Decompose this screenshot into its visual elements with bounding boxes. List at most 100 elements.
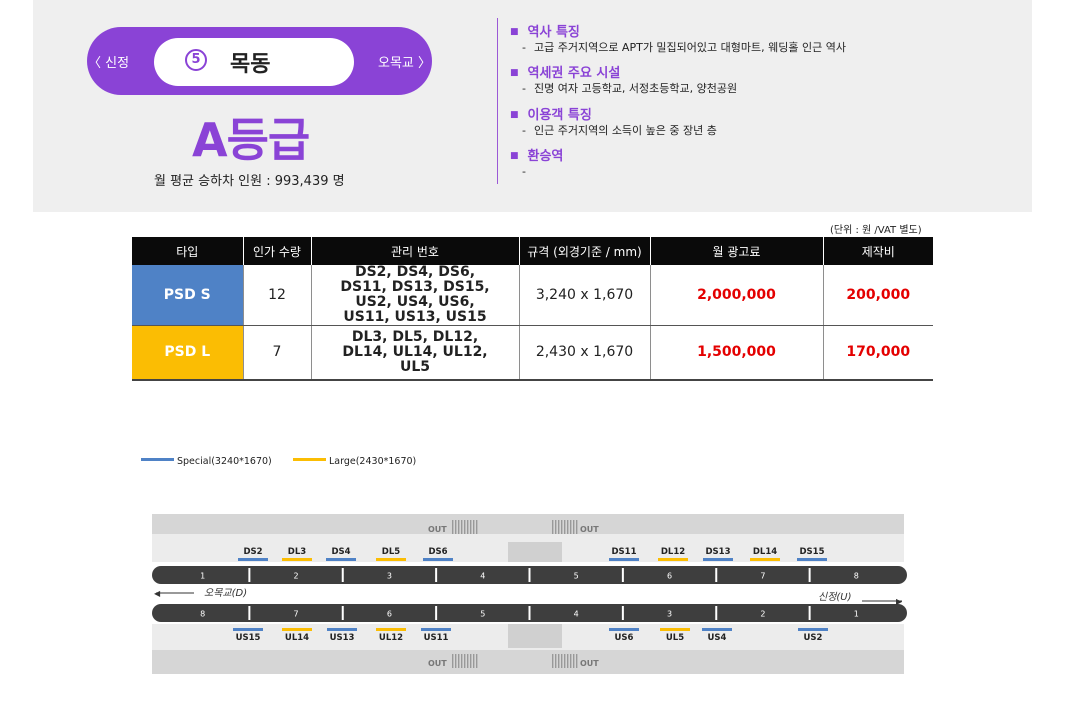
table-header-row: 타입 인가 수량 관리 번호 규격 (외경기준 / mm) 월 광고료 제작비 [132,237,933,265]
column-header: 관리 번호 [310,237,519,265]
info-title: 이용객 특징 [527,108,592,123]
car-divider [808,606,811,620]
exit-gate-icon [476,654,478,668]
info-desc: 인근 주거지역의 소득이 높은 중 장년 층 [533,124,717,137]
ad-label: DS4 [331,547,350,557]
car-number: 6 [387,610,392,619]
info-item: ■ 역세권 주요 시설 - 진명 여자 고등학교, 서정초등학교, 양천공원 [510,66,738,95]
ids-cell: DL3, DL5, DL12, DL14, UL14, UL12, UL5 [310,325,519,381]
exit-gate-icon [570,520,572,534]
ad-label: US11 [424,633,449,643]
ad-marker-special [421,628,451,631]
car-number: 8 [854,572,859,581]
car-number: 4 [480,572,485,581]
info-item: ■ 환승역 - [510,149,564,178]
exit-gate-icon [455,520,457,534]
ad-label: DS15 [799,547,824,557]
production-fee-cell: 200,000 [822,265,933,326]
ad-marker-special [609,558,639,561]
spec-cell: 2,430 x 1,670 [518,325,650,381]
car-divider [528,568,531,582]
station-number-badge: 5 [185,49,207,71]
unit-note: (단위 : 원 /VAT 별도) [830,225,922,236]
platform-map: OUT OUT OUT OUT 1 2 3 4 5 6 7 8 8 7 6 5 4 3 2 1 ◀ 오목교(D) 신정(U)… [152,514,907,674]
ad-label: US6 [615,633,634,643]
next-station-label: 오목교 〉 [378,56,432,71]
header-divider [497,18,498,184]
ad-label: DL3 [288,547,306,557]
ad-marker-special [238,558,268,561]
exit-gate-icon [461,520,463,534]
exit-gate-icon [576,520,578,534]
ad-label: DS6 [428,547,447,557]
ad-marker-special [423,558,453,561]
ad-marker-large [750,558,780,561]
exit-gate-icon [552,520,554,534]
exit-gate-icon [464,520,466,534]
station-name: 목동 [230,52,271,77]
exit-gate-icon [470,520,472,534]
exit-gate-icon [464,654,466,668]
ad-label: DS13 [705,547,730,557]
ad-label: DS2 [243,547,262,557]
car-number: 1 [854,610,859,619]
car-number: 5 [480,610,485,619]
info-item: ■ 이용객 특징 - 인근 주거지역의 소득이 높은 중 장년 층 [510,108,717,137]
car-number: 2 [760,610,765,619]
column-header: 제작비 [822,237,933,265]
exit-gate-icon [473,654,475,668]
ad-label: US2 [804,633,823,643]
exit-gate-icon [461,654,463,668]
legend-large: Large(2430*1670) [293,456,416,467]
car-number: 8 [200,610,205,619]
car-divider [248,606,251,620]
exit-gate-icon [473,520,475,534]
car-number: 5 [574,572,579,581]
exit-label: OUT [580,525,599,534]
car-number: 3 [387,572,392,581]
ad-label: UL14 [285,633,309,643]
exit-gate-icon [452,654,454,668]
legend-label: Special(3240*1670) [177,456,272,467]
prev-station-label: 〈 신정 [88,56,130,71]
bullet-icon: ■ [510,151,519,161]
ad-label: UL5 [666,633,684,643]
exit-gate-icon [564,654,566,668]
legend-line-special [141,458,174,461]
info-desc: 고급 주거지역으로 APT가 밀집되어있고 대형마트, 웨딩홀 인근 역사 [533,41,846,54]
ad-marker-large [282,628,312,631]
exit-gate-icon [564,520,566,534]
info-desc: 진명 여자 고등학교, 서정초등학교, 양천공원 [533,82,738,95]
car-number: 7 [760,572,765,581]
ad-marker-special [798,628,828,631]
legend-line-large [293,458,326,461]
ids-cell: DS2, DS4, DS6, DS11, DS13, DS15, US2, US… [310,265,519,326]
table-row: PSD L 7 DL3, DL5, DL12, DL14, UL14, UL12… [132,325,933,381]
upper-concourse [152,514,904,534]
legend-special: Special(3240*1670) [141,456,272,467]
ad-price-table: 타입 인가 수량 관리 번호 규격 (외경기준 / mm) 월 광고료 제작비 … [132,237,933,381]
exit-gate-icon [458,520,460,534]
monthly-fee-cell: 2,000,000 [649,265,823,326]
ad-label: UL12 [379,633,403,643]
exit-label: OUT [580,659,599,668]
car-divider [715,568,718,582]
ad-marker-large [660,628,690,631]
exit-label: OUT [428,525,447,534]
ad-marker-special [233,628,263,631]
exit-gate-icon [552,654,554,668]
exit-gate-icon [561,654,563,668]
monthly-fee-cell: 1,500,000 [649,325,823,381]
direction-up-label: 신정(U) [818,591,852,603]
info-item: ■ 역사 특징 - 고급 주거지역으로 APT가 밀집되어있고 대형마트, 웨딩홀 … [510,25,846,54]
stair-block [508,624,562,648]
column-header: 인가 수량 [242,237,311,265]
type-cell: PSD S [132,265,243,326]
exit-gate-icon [455,654,457,668]
car-divider [341,606,344,620]
exit-gate-icon [573,654,575,668]
info-title: 역세권 주요 시설 [527,66,621,81]
car-number: 1 [200,572,205,581]
car-divider [715,606,718,620]
car-divider [341,568,344,582]
